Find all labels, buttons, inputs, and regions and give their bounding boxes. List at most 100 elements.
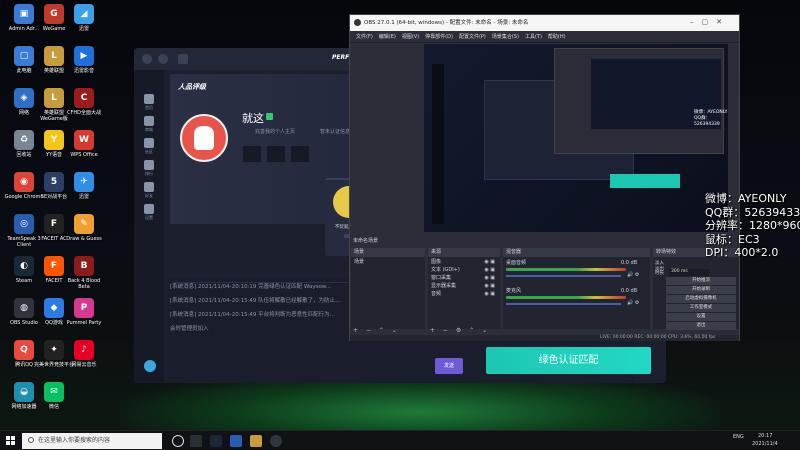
teamspeak-icon: ◎ — [14, 214, 34, 234]
profile-hint[interactable]: 完善我的个人主页 — [255, 128, 295, 135]
menu-item[interactable]: 文件(F) — [356, 34, 373, 40]
sidebar-item[interactable]: 设置 — [141, 204, 157, 221]
windows-start-icon[interactable] — [6, 436, 16, 446]
menu-item[interactable]: 编辑(E) — [379, 34, 396, 40]
scene-item[interactable]: 场景 — [354, 259, 364, 266]
lol-taskbar-icon[interactable] — [250, 435, 262, 447]
window-controls[interactable]: –▢✕ — [690, 18, 730, 26]
desktop-icon[interactable]: ▶ 迅雷影音 — [64, 46, 104, 74]
desktop-icon[interactable]: ✎ Draw & Guess — [64, 214, 104, 242]
qqgame-icon: ◆ — [44, 298, 64, 318]
visibility-lock-icons[interactable]: ◉ ▣ — [484, 275, 495, 282]
cfhd-icon: C — [74, 88, 94, 108]
control-button[interactable]: 启动虚拟摄像机 — [666, 295, 736, 303]
steam-taskbar-icon[interactable] — [210, 435, 222, 447]
taskbar-search-box[interactable]: 在这里输入你要搜索的内容 — [22, 433, 162, 449]
sidebar-item-label: 商城 — [145, 127, 153, 132]
draw-guess-icon: ✎ — [74, 214, 94, 234]
source-item[interactable]: 显示器采集 ◉ ▣ — [431, 283, 497, 290]
volume-slider[interactable] — [506, 275, 621, 277]
overlay-line: QQ群：526394339 — [705, 205, 800, 219]
source-item[interactable]: 文本 (GDI+) ◉ ▣ — [431, 267, 497, 274]
control-button[interactable]: 退出 — [666, 322, 736, 330]
source-label: 文本 (GDI+) — [431, 267, 460, 273]
taskbar: 在这里输入你要搜索的内容 ENG 20:17 2021/11/4 — [0, 430, 800, 450]
clock-time[interactable]: 20:17 — [758, 433, 772, 439]
mute-settings-icons[interactable]: 🔊 ⚙ — [627, 300, 639, 307]
taskbar-app-icon[interactable] — [190, 435, 202, 447]
sources-toolbar[interactable]: + − ⚙ ⌃ ⌄ — [430, 327, 490, 334]
mixer-channel-name: 麦克风 — [506, 288, 522, 294]
desktop-icon[interactable]: ♪ 网易云音乐 — [64, 340, 104, 368]
visibility-lock-icons[interactable]: ◉ ▣ — [484, 291, 495, 298]
settings-icon[interactable] — [144, 360, 156, 372]
client-sidebar: 首页商城社区排行好友设置 — [134, 70, 164, 383]
mute-settings-icons[interactable]: 🔊 ⚙ — [627, 272, 639, 279]
sidebar-item[interactable]: 排行 — [141, 160, 157, 177]
obs-preview[interactable]: 微博：AYEONLY QQ群：526394339 — [424, 44, 728, 232]
desktop-icon[interactable]: ✈ 迅雷 — [64, 172, 104, 200]
visibility-lock-icons[interactable]: ◉ ▣ — [484, 259, 495, 266]
sidebar-item-label: 设置 — [145, 215, 153, 220]
menu-item[interactable]: 工具(T) — [525, 34, 542, 40]
task-view-icon[interactable] — [172, 435, 184, 447]
visibility-lock-icons[interactable]: ◉ ▣ — [484, 267, 495, 274]
desktop-icon-label: Back 4 Blood Beta — [67, 278, 101, 290]
desktop-icon[interactable]: ✉ 微信 — [34, 382, 74, 410]
obs-titlebar[interactable]: OBS 27.0.1 (64-bit, windows) - 配置文件: 未命名… — [350, 15, 739, 31]
control-button[interactable]: 开始推流 — [666, 277, 736, 285]
desktop-icon[interactable]: B Back 4 Blood Beta — [64, 256, 104, 290]
duration-input[interactable]: 300 ms — [669, 269, 709, 276]
back-icon[interactable] — [142, 54, 152, 64]
desktop-icon[interactable]: W WPS Office — [64, 130, 104, 158]
badge-slot[interactable] — [243, 146, 261, 162]
visibility-lock-icons[interactable]: ◉ ▣ — [484, 283, 495, 290]
menu-item[interactable]: 视图(V) — [402, 34, 419, 40]
badge-slot[interactable] — [267, 146, 285, 162]
auth-hint[interactable]: 暂未认证信息 — [320, 128, 350, 135]
preview-match-button — [610, 174, 680, 188]
obs-menubar: 文件(F) 编辑(E) 视图(V) 停靠部件(D) 配置文件(P) 场景集合(S) 工具(T… — [350, 31, 739, 43]
sidebar-item[interactable]: 商城 — [141, 116, 157, 133]
control-button[interactable]: 开始录制 — [666, 286, 736, 294]
desktop-icon[interactable]: P Pummel Party — [64, 298, 104, 326]
pc-icon: ▣ — [14, 4, 34, 24]
overlay-line: 分辨率：1280*960 — [705, 219, 800, 232]
desktop-icon-label: 迅雷 — [78, 26, 89, 32]
sidebar-item[interactable]: 首页 — [141, 94, 157, 111]
player-avatar[interactable] — [180, 114, 228, 162]
overlay-line: 微博：AYEONLY — [705, 192, 787, 205]
scene-toolbar[interactable]: + − ⌃ ⌄ — [353, 327, 400, 334]
badge-slot[interactable] — [291, 146, 309, 162]
teamspeak-taskbar-icon[interactable] — [230, 435, 242, 447]
control-button[interactable]: 设置 — [666, 313, 736, 321]
pummel-icon: P — [74, 298, 94, 318]
source-item[interactable]: 窗口采集 ◉ ▣ — [431, 275, 497, 282]
control-button[interactable]: 工作室模式 — [666, 304, 736, 312]
obs-taskbar-icon[interactable] — [270, 435, 282, 447]
sidebar-item[interactable]: 好友 — [141, 182, 157, 199]
menu-item[interactable]: 停靠部件(D) — [425, 34, 453, 40]
menu-item[interactable]: 场景集合(S) — [492, 34, 519, 40]
desktop-icon[interactable]: C CFHD全面大战 — [64, 88, 104, 116]
send-button[interactable]: 发送 — [435, 358, 463, 374]
overlay-line: 鼠标：EC3 — [705, 232, 760, 246]
menu-item[interactable]: 帮助(H) — [548, 34, 566, 40]
perfect-world-icon: ✦ — [44, 340, 64, 360]
scenes-list: 场景 — [351, 257, 425, 329]
volume-slider[interactable] — [506, 303, 621, 305]
clock-date[interactable]: 2021/11/4 — [752, 441, 778, 447]
wps-icon: W — [74, 130, 94, 150]
source-label: 音频 — [431, 291, 442, 297]
language-indicator[interactable]: ENG — [733, 434, 744, 440]
desktop-icon[interactable]: ◢ 迅雷 — [64, 4, 104, 32]
menu-item[interactable]: 配置文件(P) — [459, 34, 486, 40]
preview-obs-nested — [554, 48, 724, 154]
green-match-button[interactable]: 绿色认证匹配 — [486, 347, 651, 374]
refresh-icon[interactable] — [158, 54, 168, 64]
sidebar-item[interactable]: 社区 — [141, 138, 157, 155]
source-item[interactable]: 音频 ◉ ▣ — [431, 291, 497, 298]
home-icon[interactable] — [178, 54, 188, 64]
source-item[interactable]: 图像 ◉ ▣ — [431, 259, 497, 266]
thunder-icon: ✈ — [74, 172, 94, 192]
